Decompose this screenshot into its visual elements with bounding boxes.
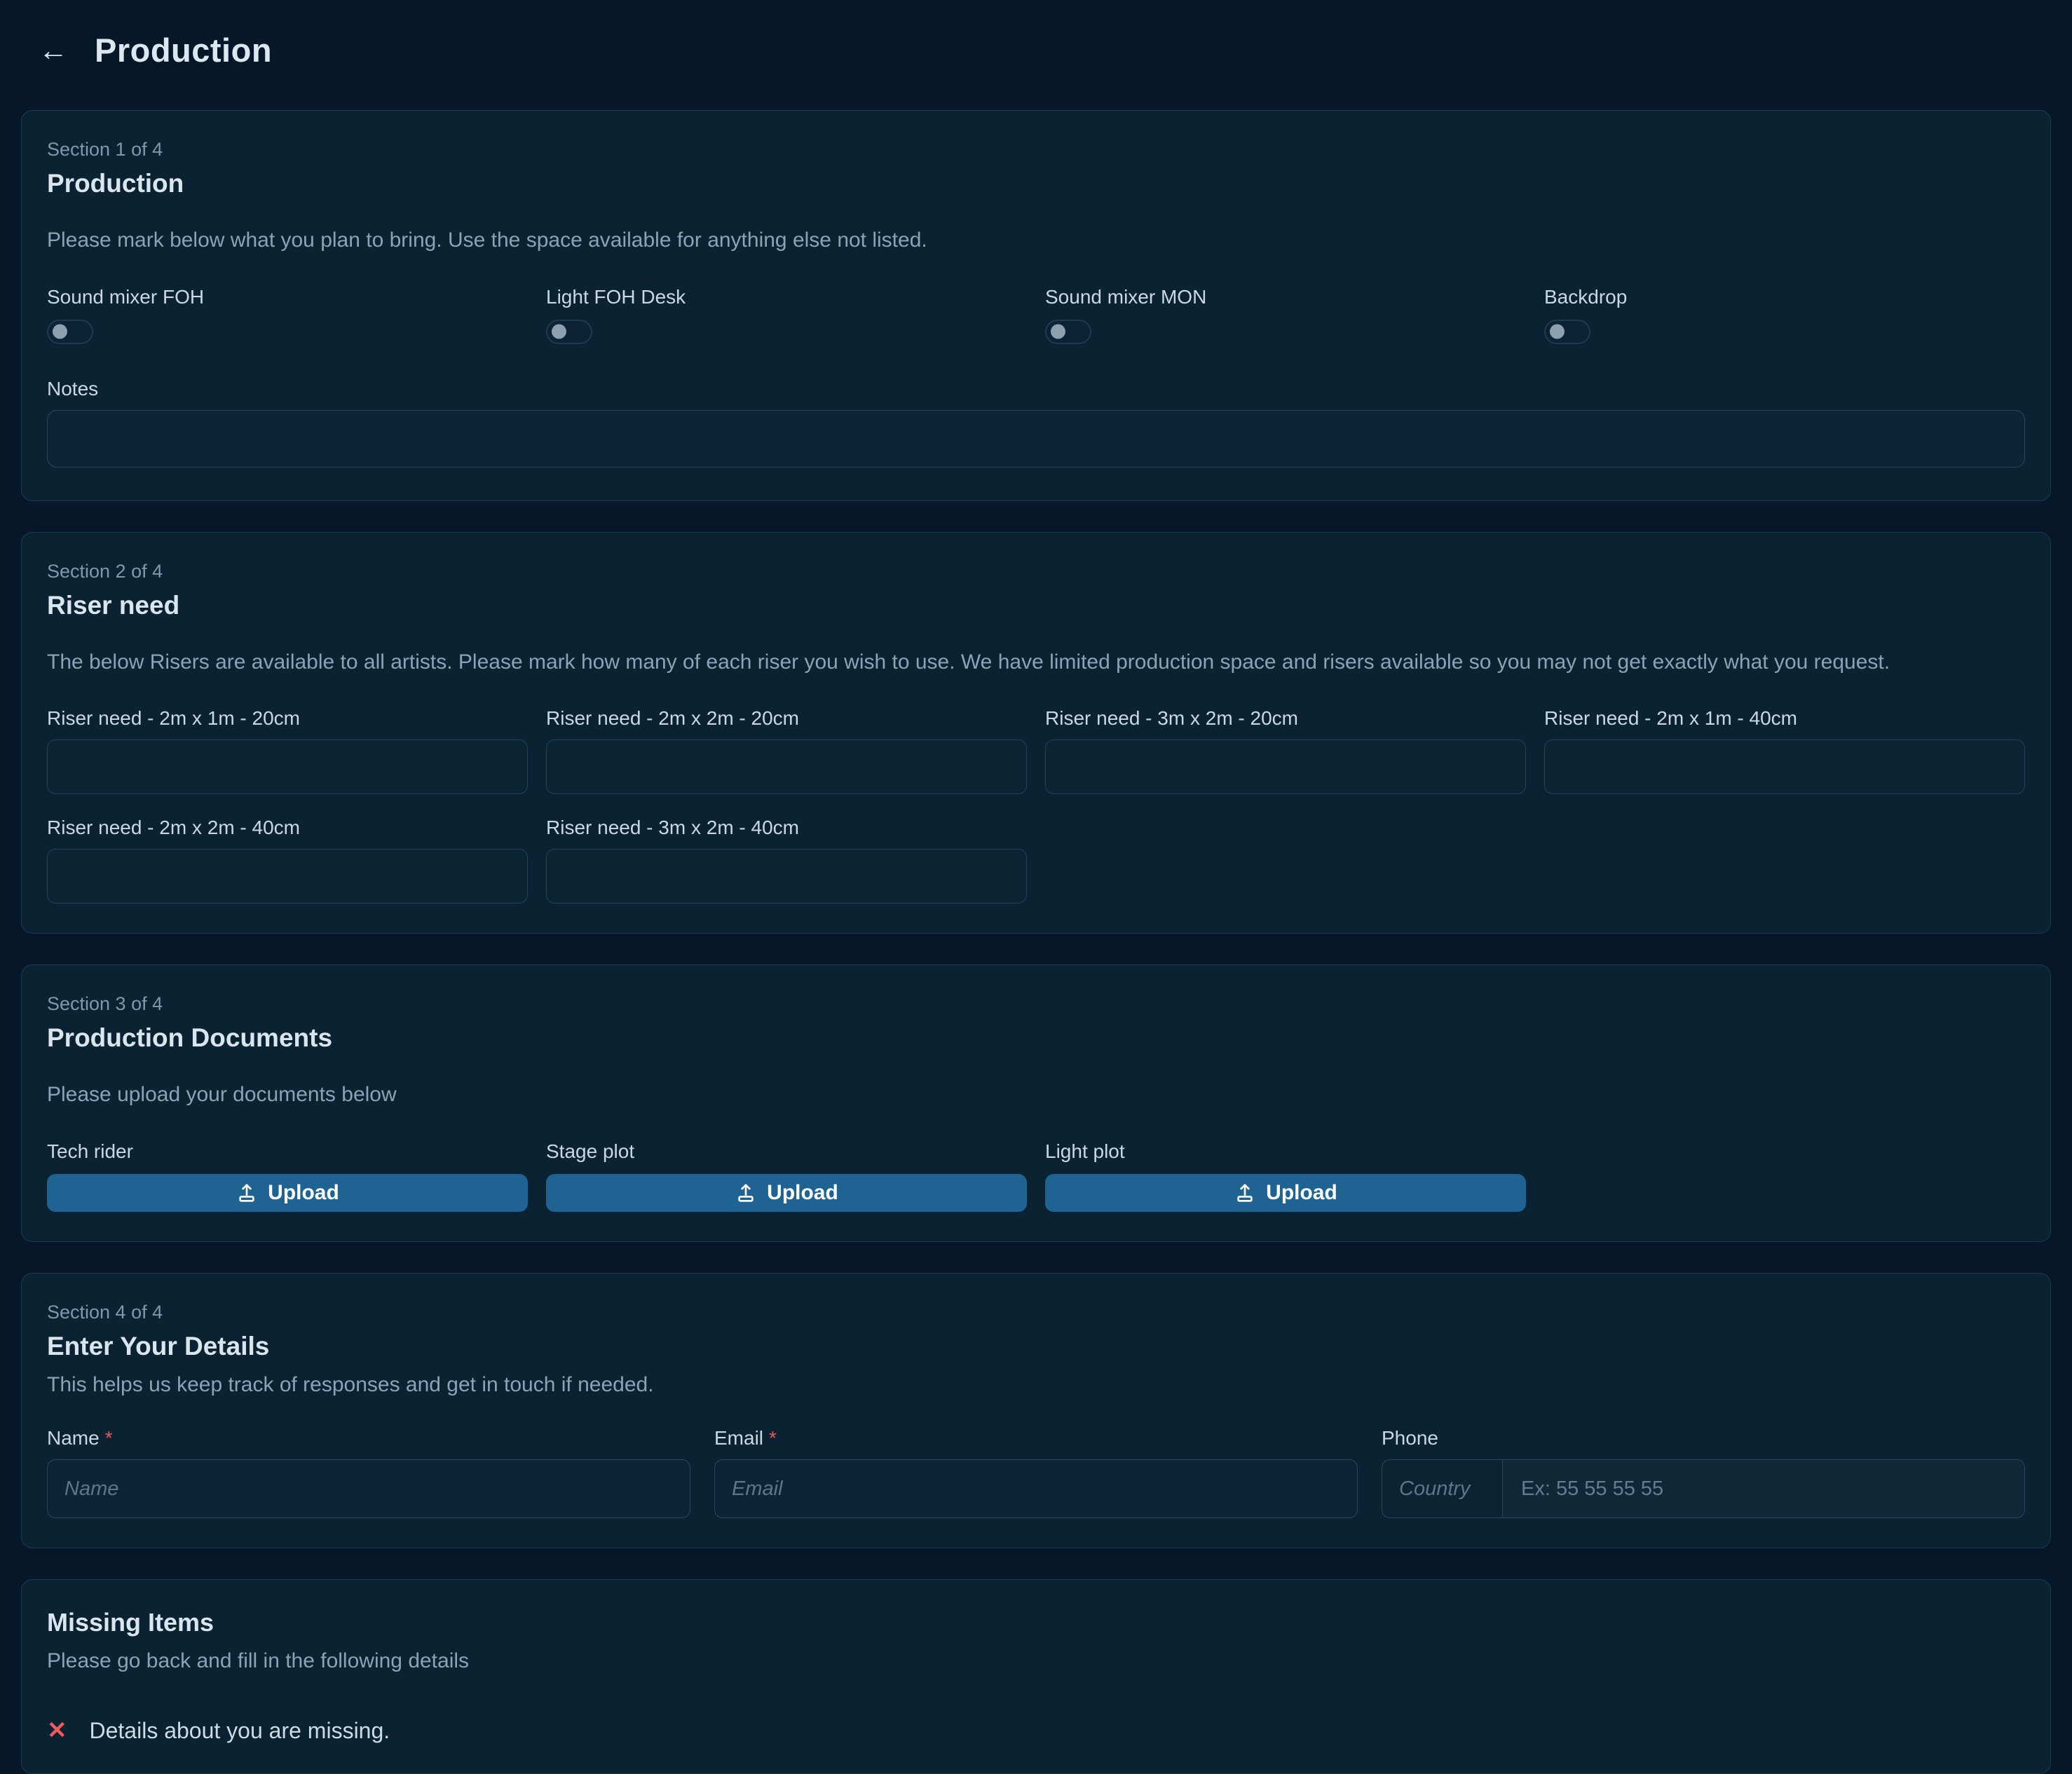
email-input[interactable] bbox=[714, 1459, 1358, 1518]
upload-button-label: Upload bbox=[268, 1181, 339, 1205]
riser-2x1-20-input[interactable] bbox=[47, 739, 528, 794]
riser-grid: Riser need - 2m x 1m - 20cm Riser need -… bbox=[47, 707, 2025, 903]
section-kicker: Section 2 of 4 bbox=[47, 561, 2025, 582]
section-title: Enter Your Details bbox=[47, 1332, 2025, 1361]
section-riser-need-card: Section 2 of 4 Riser need The below Rise… bbox=[21, 532, 2051, 934]
section-title: Production bbox=[47, 169, 2025, 198]
phone-field: Phone Country bbox=[1382, 1427, 2025, 1518]
page-header: ← Production bbox=[0, 0, 2072, 69]
riser-field: Riser need - 3m x 2m - 20cm bbox=[1045, 707, 1526, 794]
notes-field: Notes bbox=[47, 378, 2025, 471]
sound-mixer-mon-toggle[interactable] bbox=[1045, 320, 1091, 344]
section-description: Please upload your documents below bbox=[47, 1081, 2025, 1110]
riser-label: Riser need - 3m x 2m - 20cm bbox=[1045, 707, 1526, 730]
riser-label: Riser need - 3m x 2m - 40cm bbox=[546, 817, 1027, 839]
section-description: The below Risers are available to all ar… bbox=[47, 648, 2025, 677]
upload-label: Light plot bbox=[1045, 1140, 1526, 1163]
upload-icon bbox=[735, 1182, 757, 1204]
riser-field: Riser need - 2m x 2m - 20cm bbox=[546, 707, 1027, 794]
riser-field: Riser need - 2m x 2m - 40cm bbox=[47, 817, 528, 903]
sound-mixer-foh-toggle[interactable] bbox=[47, 320, 93, 344]
upload-button-label: Upload bbox=[767, 1181, 838, 1205]
section-description: This helps us keep track of responses an… bbox=[47, 1371, 2025, 1400]
toggle-grid: Sound mixer FOH Light FOH Desk Sound mix… bbox=[47, 286, 2025, 344]
toggle-knob bbox=[53, 325, 67, 339]
back-arrow-icon[interactable]: ← bbox=[39, 36, 68, 65]
light-plot-upload-button[interactable]: Upload bbox=[1045, 1174, 1526, 1212]
upload-button-label: Upload bbox=[1266, 1181, 1337, 1205]
section-kicker: Section 4 of 4 bbox=[47, 1302, 2025, 1323]
email-field: Email * bbox=[714, 1427, 1358, 1518]
upload-grid: Tech rider Upload Stage plot Upload Ligh… bbox=[47, 1140, 2025, 1212]
upload-label: Tech rider bbox=[47, 1140, 528, 1163]
upload-label: Stage plot bbox=[546, 1140, 1027, 1163]
toggle-label: Light FOH Desk bbox=[546, 286, 1027, 308]
name-field: Name* bbox=[47, 1427, 690, 1518]
section-production-card: Section 1 of 4 Production Please mark be… bbox=[21, 110, 2051, 501]
country-code-select[interactable]: Country bbox=[1382, 1460, 1503, 1517]
toggle-label: Sound mixer MON bbox=[1045, 286, 1526, 308]
light-foh-desk-toggle[interactable] bbox=[546, 320, 592, 344]
riser-3x2-40-input[interactable] bbox=[546, 849, 1027, 903]
riser-label: Riser need - 2m x 2m - 40cm bbox=[47, 817, 528, 839]
section-kicker: Section 1 of 4 bbox=[47, 139, 2025, 161]
toggle-label: Sound mixer FOH bbox=[47, 286, 528, 308]
riser-2x2-20-input[interactable] bbox=[546, 739, 1027, 794]
toggle-label: Backdrop bbox=[1544, 286, 2025, 308]
toggle-field-light-foh-desk: Light FOH Desk bbox=[546, 286, 1027, 344]
phone-input-group: Country bbox=[1382, 1459, 2025, 1518]
riser-field: Riser need - 3m x 2m - 40cm bbox=[546, 817, 1027, 903]
page-title: Production bbox=[95, 31, 272, 69]
name-label: Name* bbox=[47, 1427, 690, 1449]
required-asterisk: * bbox=[105, 1427, 113, 1449]
tech-rider-upload-button[interactable]: Upload bbox=[47, 1174, 528, 1212]
section-details-card: Section 4 of 4 Enter Your Details This h… bbox=[21, 1273, 2051, 1549]
upload-field-light-plot: Light plot Upload bbox=[1045, 1140, 1526, 1212]
notes-label: Notes bbox=[47, 378, 2025, 400]
missing-items-card: Missing Items Please go back and fill in… bbox=[21, 1579, 2051, 1774]
required-asterisk: * bbox=[769, 1427, 777, 1449]
phone-number-input[interactable] bbox=[1503, 1460, 2024, 1517]
riser-label: Riser need - 2m x 1m - 40cm bbox=[1544, 707, 2025, 730]
email-label: Email * bbox=[714, 1427, 1358, 1449]
riser-label: Riser need - 2m x 2m - 20cm bbox=[546, 707, 1027, 730]
toggle-field-sound-mixer-mon: Sound mixer MON bbox=[1045, 286, 1526, 344]
riser-label: Riser need - 2m x 1m - 20cm bbox=[47, 707, 528, 730]
toggle-knob bbox=[552, 325, 566, 339]
riser-field: Riser need - 2m x 1m - 40cm bbox=[1544, 707, 2025, 794]
notes-textarea[interactable] bbox=[47, 410, 2025, 468]
x-icon: ✕ bbox=[47, 1719, 67, 1742]
name-input[interactable] bbox=[47, 1459, 690, 1518]
toggle-field-backdrop: Backdrop bbox=[1544, 286, 2025, 344]
toggle-field-sound-mixer-foh: Sound mixer FOH bbox=[47, 286, 528, 344]
upload-field-stage-plot: Stage plot Upload bbox=[546, 1140, 1027, 1212]
email-label-text: Email bbox=[714, 1427, 763, 1449]
name-label-text: Name bbox=[47, 1427, 100, 1449]
upload-icon bbox=[1234, 1182, 1256, 1204]
section-kicker: Section 3 of 4 bbox=[47, 993, 2025, 1015]
details-grid: Name* Email* Phone Country bbox=[47, 1427, 2025, 1518]
missing-item-row: ✕ Details about you are missing. bbox=[47, 1718, 2025, 1744]
section-title: Production Documents bbox=[47, 1023, 2025, 1053]
riser-3x2-20-input[interactable] bbox=[1045, 739, 1526, 794]
section-production-documents-card: Section 3 of 4 Production Documents Plea… bbox=[21, 964, 2051, 1242]
toggle-knob bbox=[1550, 325, 1565, 339]
phone-label: Phone bbox=[1382, 1427, 2025, 1449]
riser-2x1-40-input[interactable] bbox=[1544, 739, 2025, 794]
section-description: Please mark below what you plan to bring… bbox=[47, 226, 2025, 255]
missing-items-description: Please go back and fill in the following… bbox=[47, 1647, 2025, 1676]
toggle-knob bbox=[1051, 325, 1065, 339]
riser-field: Riser need - 2m x 1m - 20cm bbox=[47, 707, 528, 794]
section-title: Riser need bbox=[47, 591, 2025, 620]
upload-icon bbox=[236, 1182, 258, 1204]
stage-plot-upload-button[interactable]: Upload bbox=[546, 1174, 1027, 1212]
riser-2x2-40-input[interactable] bbox=[47, 849, 528, 903]
missing-item-text: Details about you are missing. bbox=[90, 1718, 390, 1744]
upload-field-tech-rider: Tech rider Upload bbox=[47, 1140, 528, 1212]
missing-items-title: Missing Items bbox=[47, 1608, 2025, 1637]
backdrop-toggle[interactable] bbox=[1544, 320, 1590, 344]
